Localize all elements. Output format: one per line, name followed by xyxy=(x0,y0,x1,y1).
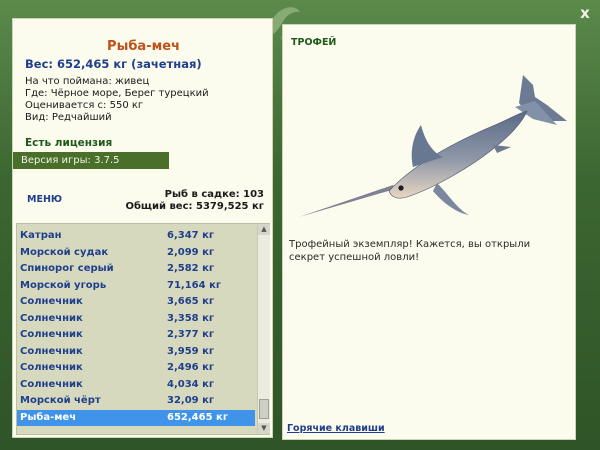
species-info: Вид: Редчайший xyxy=(25,112,112,123)
fish-details: На что поймана: живец Где: Чёрное море, … xyxy=(25,76,270,124)
catch-fish-name: Катран xyxy=(20,230,62,241)
catch-fish-name: Солнечник xyxy=(20,312,83,324)
catch-fish-name: Рыба-меч xyxy=(20,411,77,423)
catch-row[interactable]: Катран 6,347 кг xyxy=(17,228,255,244)
location-info: Где: Чёрное море, Берег турецкий xyxy=(25,88,209,99)
catch-row[interactable]: Солнечник 4,034 кг xyxy=(17,377,255,393)
catch-row[interactable]: Морской угорь 71,164 кг xyxy=(17,278,255,294)
catch-fish-weight: 6,347 кг xyxy=(167,230,215,241)
catch-fish-weight: 4,034 кг xyxy=(167,378,215,390)
catch-fish-weight: 2,496 кг xyxy=(167,362,215,373)
rating-info: Оценивается с: 550 кг xyxy=(25,100,144,111)
fish-weight: Вес: 652,465 кг (зачетная) xyxy=(25,57,202,71)
catch-row[interactable]: Солнечник 2,377 кг xyxy=(17,327,255,343)
catch-row[interactable]: Солнечник 2,496 кг xyxy=(17,360,255,376)
trophy-message: Трофейный экземпляр! Кажется, вы открыли… xyxy=(289,239,531,263)
scroll-up-icon[interactable]: ▲ xyxy=(258,224,270,235)
menu-button[interactable]: МЕНЮ xyxy=(27,194,62,205)
scroll-down-icon[interactable]: ▼ xyxy=(258,423,270,434)
license-status: Есть лицензия xyxy=(25,137,113,149)
fish-title: Рыба-меч xyxy=(107,39,180,54)
catch-fish-name: Морской чёрт xyxy=(20,395,101,406)
hotkeys-link[interactable]: Горячие клавиши xyxy=(287,423,385,434)
catch-row[interactable]: Спинорог серый 2,582 кг xyxy=(17,261,255,277)
total-weight: Общий вес: 5379,525 кг xyxy=(125,201,264,212)
catch-fish-name: Спинорог серый xyxy=(20,263,114,274)
catch-fish-weight: 3,358 кг xyxy=(167,312,215,324)
catch-row[interactable]: Солнечник 3,959 кг xyxy=(17,344,255,360)
catch-fish-weight: 3,959 кг xyxy=(167,345,215,357)
catch-fish-name: Морской судак xyxy=(20,246,109,258)
catch-fish-weight: 71,164 кг xyxy=(167,279,222,291)
trophy-panel: ТРОФЕЙ Трофейный экземпляр! Кажется, вы … xyxy=(282,24,576,440)
catch-fish-weight: 32,09 кг xyxy=(167,395,215,406)
catch-fish-name: Солнечник xyxy=(20,329,83,340)
catch-fish-weight: 652,465 кг xyxy=(167,411,229,423)
catch-row[interactable]: Солнечник 3,358 кг xyxy=(17,311,255,327)
catch-row[interactable]: Рыба-меч 652,465 кг xyxy=(17,409,255,426)
catch-row[interactable]: Морской судак 2,099 кг xyxy=(17,245,255,261)
catch-fish-name: Морской угорь xyxy=(20,279,107,291)
close-button[interactable]: x xyxy=(576,4,594,22)
cage-stats: Рыб в садке: 103 Общий вес: 5379,525 кг xyxy=(125,189,264,213)
catch-list[interactable]: Катран 6,347 кг Морской судак 2,099 кг Спино… xyxy=(16,223,270,435)
catch-fish-weight: 3,665 кг xyxy=(167,296,215,307)
fish-info-panel: Рыба-меч Вес: 652,465 кг (зачетная) На ч… xyxy=(12,18,273,438)
scroll-thumb[interactable] xyxy=(259,399,269,419)
catch-fish-weight: 2,582 кг xyxy=(167,263,215,274)
cage-count: Рыб в садке: 103 xyxy=(164,189,264,200)
catch-fish-name: Солнечник xyxy=(20,345,83,357)
swordfish-image xyxy=(299,75,567,217)
bait-info: На что поймана: живец xyxy=(25,76,150,87)
catch-fish-weight: 2,377 кг xyxy=(167,329,215,340)
catch-list-scrollbar[interactable]: ▲ ▼ xyxy=(257,224,270,434)
version-bar: Версия игры: 3.7.5 xyxy=(13,152,169,169)
catch-row[interactable]: Солнечник 3,665 кг xyxy=(17,294,255,310)
catch-fish-name: Солнечник xyxy=(20,362,83,373)
catch-row[interactable]: Морской чёрт 32,09 кг xyxy=(17,393,255,409)
catch-fish-name: Солнечник xyxy=(20,378,83,390)
catch-fish-weight: 2,099 кг xyxy=(167,246,215,258)
catch-fish-name: Солнечник xyxy=(20,296,83,307)
